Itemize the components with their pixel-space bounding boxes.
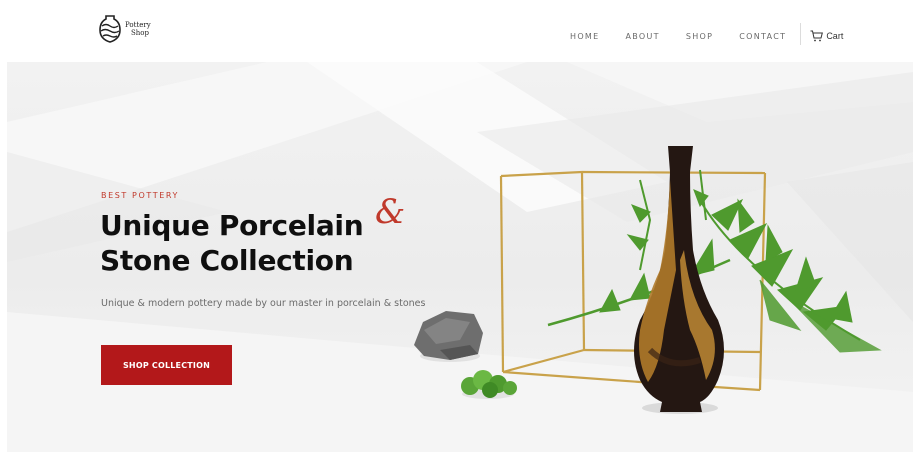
site-header: Pottery Shop HOME ABOUT SHOP CONTACT Car… bbox=[0, 0, 913, 62]
brand-name-line2: Shop bbox=[131, 29, 149, 37]
nav-contact[interactable]: CONTACT bbox=[739, 32, 786, 41]
cart-label: Cart bbox=[826, 31, 844, 41]
hero-subtitle: Unique & modern pottery made by our mast… bbox=[101, 298, 426, 309]
brand-name: Pottery Shop bbox=[125, 21, 151, 37]
nav-about[interactable]: ABOUT bbox=[625, 32, 659, 41]
nav-shop[interactable]: SHOP bbox=[686, 32, 713, 41]
pottery-vase-logo-icon bbox=[99, 15, 121, 43]
brand-name-line1: Pottery bbox=[125, 21, 151, 29]
hero-ampersand: & bbox=[375, 192, 406, 232]
hero-title: Unique Porcelain Stone Collection bbox=[100, 208, 364, 278]
cart-icon bbox=[810, 30, 824, 42]
nav-divider bbox=[800, 23, 802, 45]
nav-home[interactable]: HOME bbox=[570, 32, 599, 41]
hero-eyebrow: BEST POTTERY bbox=[101, 191, 179, 200]
main-nav: HOME ABOUT SHOP CONTACT Cart bbox=[570, 23, 843, 45]
hero-title-line1: Unique Porcelain bbox=[100, 209, 364, 242]
hero-title-line2: Stone Collection bbox=[100, 244, 354, 277]
logo[interactable]: Pottery Shop bbox=[98, 14, 151, 44]
cart-link[interactable]: Cart bbox=[810, 30, 843, 42]
shop-collection-button[interactable]: SHOP COLLECTION bbox=[101, 345, 232, 385]
